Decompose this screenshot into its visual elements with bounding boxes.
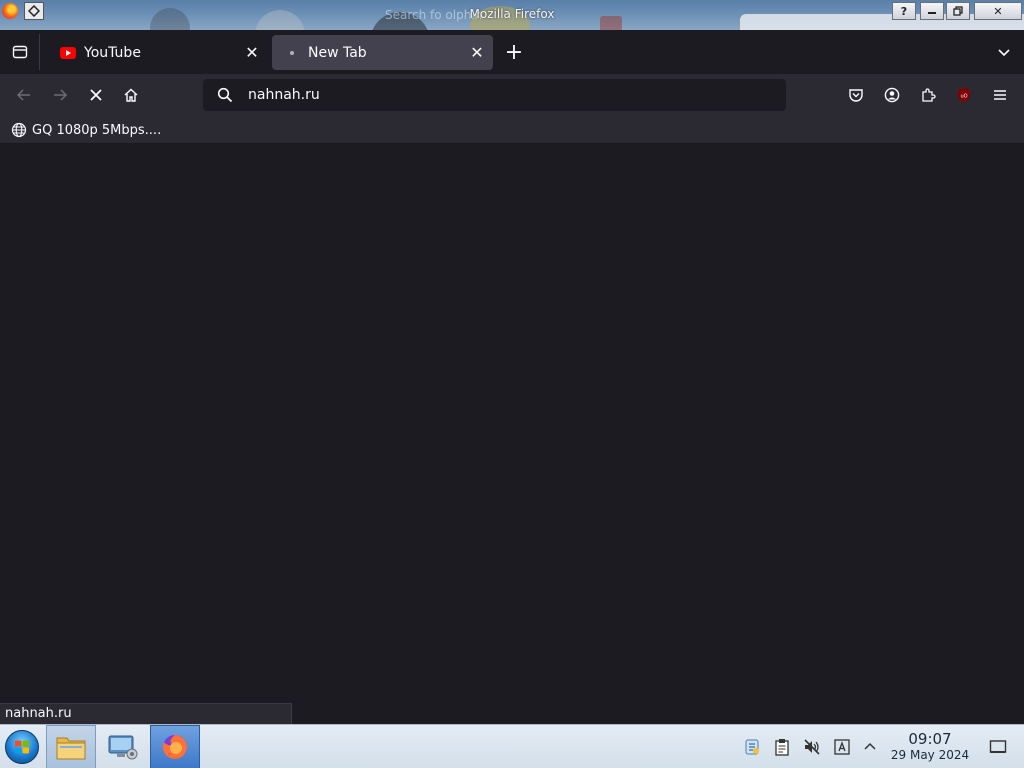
home-button[interactable] [115, 79, 147, 111]
taskbar-firefox[interactable] [150, 725, 200, 768]
pocket-button[interactable] [840, 79, 872, 111]
status-panel: nahnah.ru [0, 703, 292, 724]
clock-date: 29 May 2024 [890, 748, 970, 762]
extensions-icon [922, 88, 936, 102]
keyboard-layout-icon [834, 739, 850, 755]
minimize-button[interactable] [920, 2, 944, 20]
windows-logo-icon [15, 740, 29, 754]
volume-muted-icon [804, 739, 820, 755]
file-manager-icon [56, 737, 86, 760]
bookmark-item[interactable]: GQ 1080p 5Mbps.... [11, 120, 161, 140]
tab-label: New Tab [308, 44, 367, 61]
restore-icon [953, 6, 963, 16]
firefox-icon [162, 735, 187, 759]
system-clock[interactable]: 09:07 29 May 2024 [884, 731, 976, 763]
list-all-tabs-button[interactable] [990, 38, 1018, 66]
keyboard-layout-tray-icon[interactable] [832, 737, 852, 757]
back-button[interactable] [8, 79, 40, 111]
clipboard-icon [775, 739, 789, 756]
volume-tray-icon[interactable] [802, 737, 822, 757]
extensions-button[interactable] [912, 79, 944, 111]
firefox-view-button[interactable] [0, 34, 40, 70]
chevron-down-icon [998, 49, 1010, 57]
help-button[interactable]: ? [892, 2, 916, 20]
clock-time: 09:07 [908, 730, 952, 748]
show-desktop-button[interactable] [988, 737, 1008, 757]
bookmark-label: GQ 1080p 5Mbps.... [32, 122, 162, 138]
start-menu-button[interactable] [5, 730, 39, 764]
window-title: Mozilla Firefox [469, 7, 555, 21]
globe-icon [11, 122, 27, 138]
stop-icon [90, 89, 102, 101]
network-tray-icon[interactable] [742, 737, 762, 757]
clipboard-tray-icon[interactable] [772, 737, 792, 757]
window-title-bar[interactable]: Search fo olphin Mozilla Firefox ? ✕ [0, 0, 1024, 30]
taskbar-system-settings[interactable] [98, 725, 148, 768]
stop-button[interactable] [80, 79, 112, 111]
minimize-icon [928, 12, 936, 14]
close-tab-icon[interactable]: ✕ [465, 41, 489, 65]
back-icon [16, 89, 30, 101]
ublock-icon: uO [958, 88, 970, 102]
maximize-button[interactable] [946, 2, 970, 20]
url-bar[interactable]: nahnah.ru [203, 79, 786, 111]
pocket-icon [849, 89, 863, 102]
network-icon [745, 739, 759, 755]
tab-label: YouTube [84, 44, 141, 61]
tab-new-tab[interactable]: New Tab ✕ [272, 35, 493, 70]
navigation-toolbar: nahnah.ru uO [0, 74, 1024, 116]
new-tab-button[interactable]: + [500, 38, 528, 66]
tab-strip: YouTube ✕ New Tab ✕ + [0, 30, 1024, 74]
loading-dot-icon [284, 45, 300, 61]
forward-button[interactable] [44, 79, 76, 111]
home-icon [124, 88, 138, 102]
url-input[interactable]: nahnah.ru [248, 87, 320, 103]
taskbar: 09:07 29 May 2024 [0, 724, 1024, 768]
plus-icon: + [504, 39, 524, 65]
close-icon: ✕ [993, 4, 1003, 18]
show-hidden-icons-button[interactable] [860, 737, 880, 757]
tray-expand-icon [864, 742, 876, 750]
forward-icon [54, 89, 68, 101]
close-tab-icon[interactable]: ✕ [240, 41, 264, 65]
account-button[interactable] [876, 79, 908, 111]
system-settings-icon [108, 735, 138, 760]
account-icon [884, 87, 900, 103]
show-desktop-icon [989, 740, 1007, 753]
svg-text:uO: uO [960, 94, 967, 100]
taskbar-file-manager[interactable] [46, 725, 96, 768]
page-content[interactable] [0, 145, 1024, 724]
close-window-button[interactable]: ✕ [974, 2, 1022, 20]
search-icon [205, 87, 245, 103]
bookmarks-toolbar: GQ 1080p 5Mbps.... [0, 116, 1024, 144]
ublock-button[interactable]: uO [948, 79, 980, 111]
menu-icon [994, 90, 1006, 100]
youtube-icon [60, 45, 76, 61]
tab-youtube[interactable]: YouTube ✕ [48, 35, 268, 70]
app-menu-button[interactable] [984, 79, 1016, 111]
help-icon: ? [900, 4, 908, 18]
firefox-view-icon [12, 45, 27, 59]
